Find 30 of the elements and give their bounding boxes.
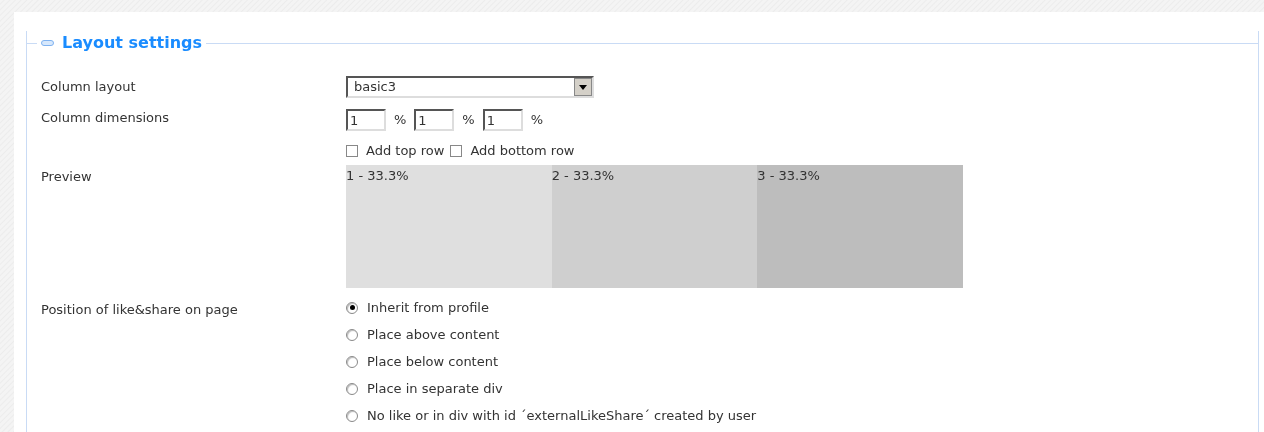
radio-button[interactable] — [346, 409, 358, 422]
radio-label: No like or in div with id ´externalLikeShare´ created by user — [367, 406, 757, 425]
field-label: Preview — [41, 168, 93, 186]
checkbox-label: Add top row — [366, 142, 445, 161]
radio-label: Place in separate div — [367, 379, 503, 398]
radio-button[interactable] — [346, 382, 358, 395]
checkbox-label: Add bottom row — [470, 142, 575, 161]
unit-label: % — [530, 111, 544, 130]
column-label: 1 - 33.3% — [346, 167, 410, 185]
radio-button[interactable] — [346, 355, 358, 368]
column-label: 2 - 33.3% — [551, 167, 616, 185]
radio-label: Inherit from profile — [367, 298, 489, 317]
column-label: 3 - 33.3% — [757, 167, 821, 185]
radio-button[interactable] — [346, 301, 358, 314]
radio-label: Place above content — [367, 325, 500, 344]
radio-button[interactable] — [346, 328, 358, 341]
checkbox[interactable] — [450, 145, 463, 157]
section-title: Layout settings — [62, 32, 203, 54]
collapse-icon[interactable] — [41, 40, 54, 46]
dimension-input[interactable]: 1 — [346, 109, 386, 131]
dimension-input[interactable]: 1 — [414, 109, 455, 131]
checkbox[interactable] — [346, 145, 358, 157]
unit-label: % — [462, 111, 475, 130]
field-label: Column layout — [41, 78, 137, 97]
unit-label: % — [394, 111, 407, 130]
field-label: Column dimensions — [41, 109, 171, 127]
dimension-input[interactable]: 1 — [482, 109, 523, 131]
layout-dropdown[interactable]: basic3 — [346, 76, 594, 98]
radio-label: Place below content — [367, 352, 499, 371]
field-label: Position of like&share on page — [41, 301, 239, 319]
